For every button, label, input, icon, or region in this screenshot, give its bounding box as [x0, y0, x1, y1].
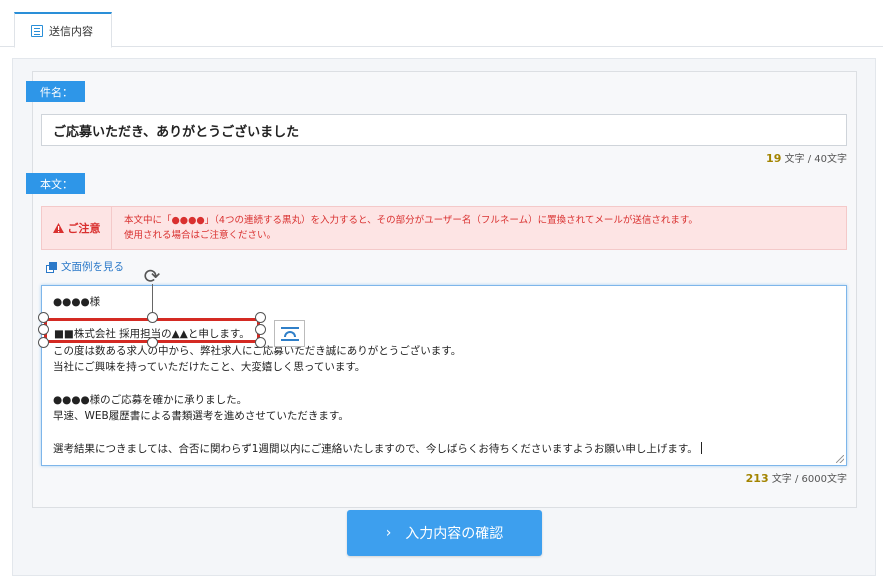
text-caret [700, 442, 702, 454]
tab-bar: 送信内容 [0, 0, 883, 48]
body-line-text: 選考結果につきましては、合否に関わらず1週間以内にご連絡いたしますので、今しばら… [53, 443, 698, 455]
notice-header: ご注意 [42, 207, 112, 249]
resize-handle-bottom-right[interactable] [255, 337, 266, 348]
resize-handle-left[interactable] [38, 324, 49, 335]
body-char-limit: 文字 / 6000文字 [771, 474, 847, 485]
notice-text: 本文中に「●●●●」（4つの連続する黒丸）を入力すると、その部分がユーザー名（フ… [124, 213, 839, 243]
subject-input[interactable]: ご応募いただき、ありがとうございました [41, 114, 847, 146]
body-line: ●●●●様のご応募を確かに承りました。 [53, 394, 248, 406]
open-window-icon [46, 261, 57, 273]
subject-char-count: 19 [766, 152, 782, 165]
resize-handle-right[interactable] [255, 324, 266, 335]
example-link-label: 文面例を見る [61, 261, 124, 273]
body-line: ●●●●様 [53, 296, 101, 308]
confirm-button-label: 入力内容の確認 [405, 526, 504, 542]
notice-line-1: 本文中に「●●●●」（4つの連続する黒丸）を入力すると、その部分がユーザー名（フ… [124, 215, 698, 226]
body-line: 選考結果につきましては、合否に関わらず1週間以内にご連絡いたしますので、今しばら… [53, 441, 702, 456]
resize-handle-bottom[interactable] [147, 337, 158, 348]
body-textarea[interactable]: ●●●●様 この度は数ある求人の中から、弊社求人にご応募いただき誠にありがとうご… [41, 285, 847, 466]
body-char-counter: 213 文字 / 6000文字 [690, 470, 847, 485]
resize-handle-top-left[interactable] [38, 312, 49, 323]
notice-line-2: 使用される場合はご注意ください。 [124, 230, 277, 241]
document-icon [31, 24, 43, 37]
subject-label: 件名： [26, 81, 85, 102]
body-label: 本文： [26, 173, 85, 194]
subject-char-limit: 文字 / 40文字 [784, 154, 847, 165]
confirm-input-button[interactable]: › 入力内容の確認 [347, 510, 542, 556]
layout-options-button[interactable] [274, 320, 305, 347]
rotate-icon[interactable]: ⟳ [141, 265, 163, 287]
body-line: 早速、WEB履歴書による書類選考を進めさせていただきます。 [53, 410, 349, 422]
body-char-count: 213 [745, 472, 769, 485]
example-text-link[interactable]: 文面例を見る [46, 259, 124, 274]
subject-char-counter: 19 文字 / 40文字 [700, 150, 847, 165]
layout-options-icon [280, 326, 299, 329]
resize-handle-top-right[interactable] [255, 312, 266, 323]
resize-handle-bottom-left[interactable] [38, 337, 49, 348]
tab-send-content[interactable]: 送信内容 [14, 12, 112, 48]
notice-box: ご注意 本文中に「●●●●」（4つの連続する黒丸）を入力すると、その部分がユーザ… [41, 206, 847, 250]
body-line: 当社にご興味を持っていただけたこと、大変嬉しく思っています。 [53, 361, 366, 373]
chevron-right-icon: › [385, 525, 392, 541]
resize-handle-top[interactable] [147, 312, 158, 323]
warning-icon [52, 223, 64, 233]
tab-label: 送信内容 [49, 24, 93, 38]
resize-grip[interactable] [836, 455, 844, 463]
notice-title: ご注意 [67, 222, 101, 235]
